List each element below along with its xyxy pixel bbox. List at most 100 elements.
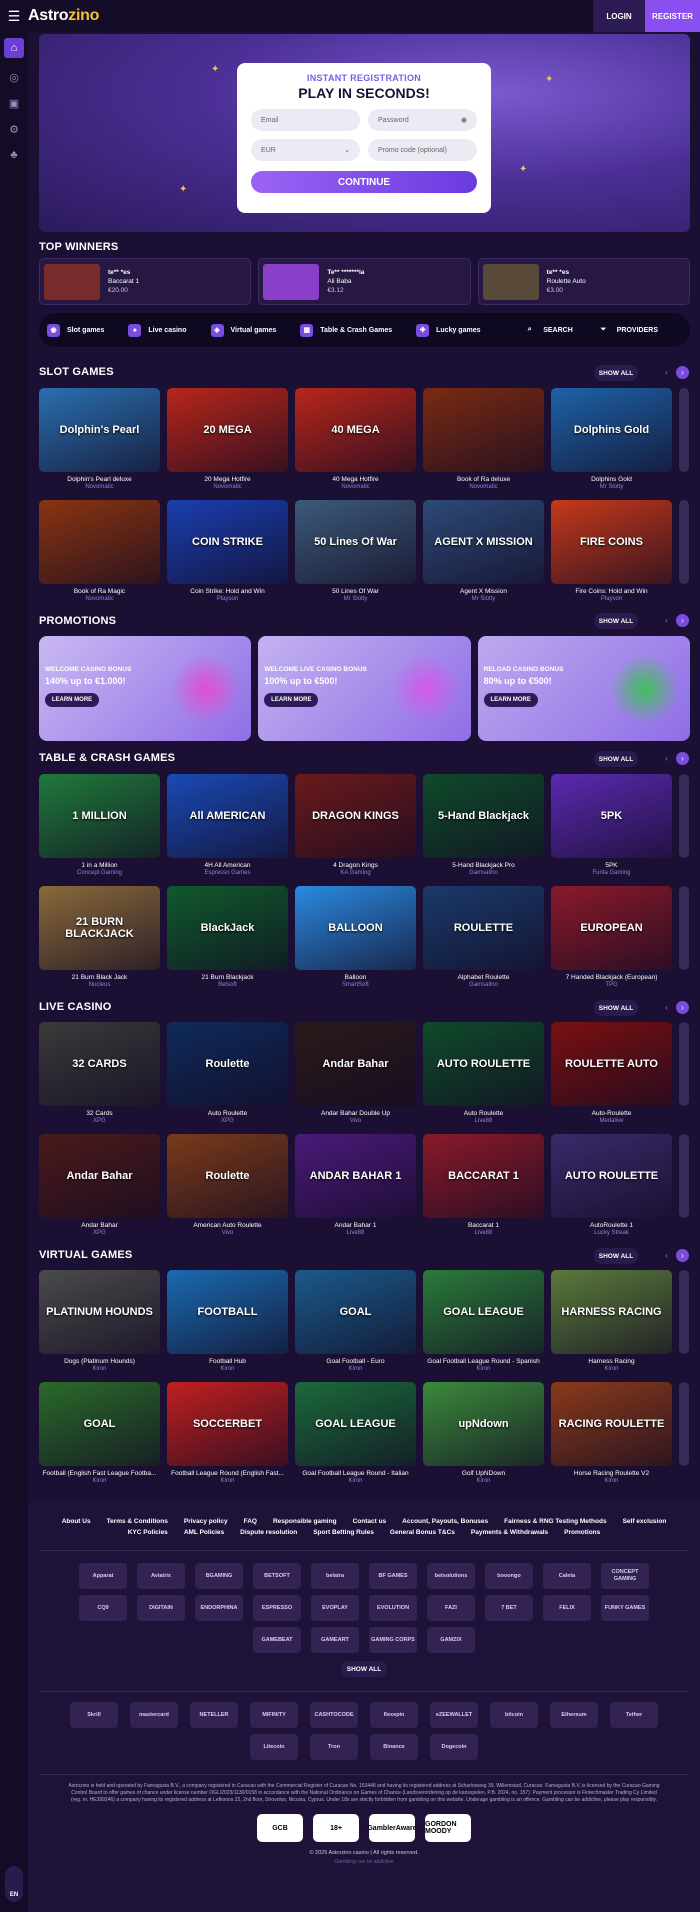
promo-card[interactable]: WELCOME LIVE CASINO BONUS 100% up to €500… — [258, 636, 471, 741]
provider-logo[interactable]: FUNKY GAMES — [601, 1595, 649, 1621]
promo-card[interactable]: RELOAD CASINO BONUS 80% up to €500! LEARN … — [477, 636, 690, 741]
game-thumbnail[interactable]: ANDAR BAHAR 1 — [295, 1134, 416, 1218]
provider-logo[interactable]: CONCEPT GAMING — [601, 1563, 649, 1589]
promo-code-field[interactable]: Promo code (optional) — [368, 139, 477, 161]
game-tile[interactable]: ROULETTE AUTO Auto-Roulette Medalive — [551, 1022, 672, 1124]
game-thumbnail[interactable]: AUTO ROULETTE — [551, 1134, 672, 1218]
chevron-left-icon[interactable]: ‹ — [660, 366, 673, 379]
game-thumbnail[interactable]: 40 MEGA — [295, 388, 416, 472]
winner-card[interactable]: te** *es Baccarat 1 €20.00 — [39, 258, 252, 305]
footer-link[interactable]: Promotions — [564, 1529, 600, 1536]
provider-logo[interactable]: GAMING CORPS — [369, 1627, 417, 1653]
footer-link[interactable]: Sport Betting Rules — [313, 1529, 374, 1536]
currency-select[interactable]: EUR ⌄ — [251, 139, 360, 161]
winner-card[interactable]: te** *es Roulette Auto €3.00 — [477, 258, 690, 305]
game-thumbnail[interactable]: 5PK — [551, 774, 672, 858]
game-thumbnail[interactable]: GOAL — [295, 1270, 416, 1354]
provider-logo[interactable]: betsolutions — [427, 1563, 475, 1589]
game-thumbnail[interactable]: SOCCERBET — [167, 1382, 288, 1466]
game-thumbnail[interactable]: EUROPEAN — [551, 886, 672, 970]
game-tile[interactable]: GOAL LEAGUE Goal Football League Round - … — [295, 1382, 416, 1484]
game-tile[interactable]: Roulette American Auto Roulette Vivo — [167, 1134, 288, 1236]
game-tile[interactable]: AUTO ROULETTE AutoRoulette 1 Lucky Streak — [551, 1134, 672, 1236]
game-thumbnail[interactable]: DRAGON KINGS — [295, 774, 416, 858]
footer-link[interactable]: AML Policies — [184, 1529, 224, 1536]
game-tile-partial[interactable] — [679, 1382, 689, 1484]
eye-icon[interactable]: ◉ — [461, 116, 467, 124]
provider-logo[interactable]: Caleta — [543, 1563, 591, 1589]
game-thumbnail[interactable]: AUTO ROULETTE — [423, 1022, 544, 1106]
category-search[interactable]: ⌕ SEARCH — [523, 324, 573, 337]
license-badge[interactable]: 18+ — [313, 1814, 359, 1842]
provider-logo[interactable]: booongo — [485, 1563, 533, 1589]
game-tile[interactable]: GOAL Goal Football - Euro Kiron — [295, 1270, 416, 1372]
game-tile[interactable]: FIRE COINS Fire Coins: Hold and Win Playso… — [551, 500, 672, 602]
provider-logo[interactable]: 7 BET — [485, 1595, 533, 1621]
game-thumbnail[interactable]: 1 MILLION — [39, 774, 160, 858]
show-all-providers-button[interactable]: SHOW ALL — [341, 1661, 387, 1677]
game-thumbnail[interactable]: GOAL LEAGUE — [295, 1382, 416, 1466]
game-tile[interactable]: Dolphins Gold Dolphins Gold Mr Slotty — [551, 388, 672, 490]
category-virtual[interactable]: ◈ Virtual games — [210, 323, 276, 337]
game-tile[interactable]: 40 MEGA 40 Mega Hotfire Novomatic — [295, 388, 416, 490]
game-thumbnail[interactable]: Dolphin's Pearl — [39, 388, 160, 472]
footer-link[interactable]: Self exclusion — [623, 1518, 667, 1525]
provider-logo[interactable]: GAMEBEAT — [253, 1627, 301, 1653]
game-tile-partial[interactable] — [679, 774, 689, 876]
game-thumbnail[interactable]: COIN STRIKE — [167, 500, 288, 584]
game-thumbnail[interactable]: GOAL — [39, 1382, 160, 1466]
game-tile[interactable]: 32 CARDS 32 Cards XPG — [39, 1022, 160, 1124]
provider-logo[interactable]: Aviatrix — [137, 1563, 185, 1589]
show-all-button[interactable]: SHOW ALL — [594, 751, 638, 767]
provider-logo[interactable]: BGAMING — [195, 1563, 243, 1589]
game-thumbnail[interactable]: AGENT X MISSION — [423, 500, 544, 584]
game-thumbnail[interactable]: RACING ROULETTE — [551, 1382, 672, 1466]
game-tile[interactable]: 5-Hand Blackjack 5-Hand Blackjack Pro Gams… — [423, 774, 544, 876]
game-tile[interactable]: SOCCERBET Football League Round (English … — [167, 1382, 288, 1484]
game-tile[interactable]: Book of Ra Magic Novomatic — [39, 500, 160, 602]
chevron-right-icon[interactable]: › — [676, 752, 689, 765]
learn-more-button[interactable]: LEARN MORE — [483, 693, 538, 707]
live-icon[interactable]: ▣ — [0, 90, 28, 116]
chevron-left-icon[interactable]: ‹ — [660, 1001, 673, 1014]
footer-link[interactable]: Privacy policy — [184, 1518, 228, 1525]
game-tile[interactable]: BACCARAT 1 Baccarat 1 Live88 — [423, 1134, 544, 1236]
learn-more-button[interactable]: LEARN MORE — [45, 693, 99, 707]
provider-logo[interactable]: FELIX — [543, 1595, 591, 1621]
promo-card[interactable]: WELCOME CASINO BONUS 140% up to €1.000! LE… — [39, 636, 252, 741]
game-thumbnail[interactable]: BACCARAT 1 — [423, 1134, 544, 1218]
language-switcher[interactable]: EN — [5, 1866, 23, 1902]
game-tile[interactable]: GOAL LEAGUE Goal Football League Round - … — [423, 1270, 544, 1372]
chevron-right-icon[interactable]: › — [676, 1001, 689, 1014]
game-tile-partial[interactable] — [679, 1134, 689, 1236]
game-tile[interactable]: AUTO ROULETTE Auto Roulette Live88 — [423, 1022, 544, 1124]
game-tile[interactable]: PLATINUM HOUNDS Dogs (Platinum Hounds) Kir… — [39, 1270, 160, 1372]
game-thumbnail[interactable]: Roulette — [167, 1022, 288, 1106]
game-tile[interactable]: Andar Bahar Andar Bahar XPG — [39, 1134, 160, 1236]
chevron-left-icon[interactable]: ‹ — [660, 614, 673, 627]
chevron-right-icon[interactable]: › — [676, 614, 689, 627]
license-badge[interactable]: GCB — [257, 1814, 303, 1842]
provider-logo[interactable]: DIGITAIN — [137, 1595, 185, 1621]
game-tile[interactable]: 21 BURN BLACKJACK 21 Burn Black Jack Nucle… — [39, 886, 160, 988]
show-all-button[interactable]: SHOW ALL — [594, 1248, 638, 1264]
provider-logo[interactable]: ENDORPHINA — [195, 1595, 243, 1621]
game-tile[interactable]: Roulette Auto Roulette XPG — [167, 1022, 288, 1124]
game-tile[interactable]: EUROPEAN 7 Handed Blackjack (European) TPG — [551, 886, 672, 988]
footer-link[interactable]: Terms & Conditions — [107, 1518, 168, 1525]
email-field[interactable]: Email — [251, 109, 360, 131]
game-thumbnail[interactable]: All AMERICAN — [167, 774, 288, 858]
game-tile[interactable]: 5PK 5PK Funta Gaming — [551, 774, 672, 876]
chevron-right-icon[interactable]: › — [676, 366, 689, 379]
footer-link[interactable]: Account, Payouts, Bonuses — [402, 1518, 488, 1525]
category-filter[interactable]: ⏷ PROVIDERS — [597, 324, 658, 337]
game-tile[interactable]: Book of Ra deluxe Novomatic — [423, 388, 544, 490]
game-thumbnail[interactable] — [423, 388, 544, 472]
footer-link[interactable]: FAQ — [244, 1518, 257, 1525]
provider-logo[interactable]: GAMEART — [311, 1627, 359, 1653]
winner-card[interactable]: Te** *******ia Ali Baba €3.12 — [258, 258, 471, 305]
game-tile[interactable]: Andar Bahar Andar Bahar Double Up Vivo — [295, 1022, 416, 1124]
game-thumbnail[interactable]: GOAL LEAGUE — [423, 1270, 544, 1354]
game-tile-partial[interactable] — [679, 500, 689, 602]
category-slot[interactable]: ◉ Slot games — [47, 323, 104, 337]
